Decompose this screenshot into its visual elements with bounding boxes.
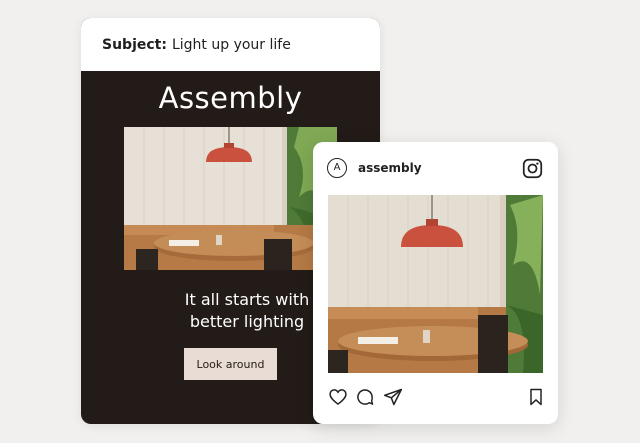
instagram-action-bar [328,387,543,409]
instagram-logo-icon [522,158,543,179]
subject-text: Light up your life [171,36,291,53]
comment-icon[interactable] [355,387,375,407]
account-handle[interactable]: assembly [358,161,422,175]
email-hero-image [124,127,337,270]
instagram-post-card: A assembly [313,142,558,424]
bookmark-icon[interactable] [526,387,546,407]
share-icon[interactable] [383,387,403,407]
avatar[interactable]: A [327,158,347,178]
email-subject-bar: Subject: Light up your life [81,18,380,71]
subject-label: Subject: [102,36,167,53]
brand-title: Assembly [158,81,303,115]
instagram-post-header: A assembly [313,142,558,194]
look-around-button[interactable]: Look around [184,348,277,380]
heart-icon[interactable] [328,387,348,407]
instagram-post-image [328,195,543,373]
